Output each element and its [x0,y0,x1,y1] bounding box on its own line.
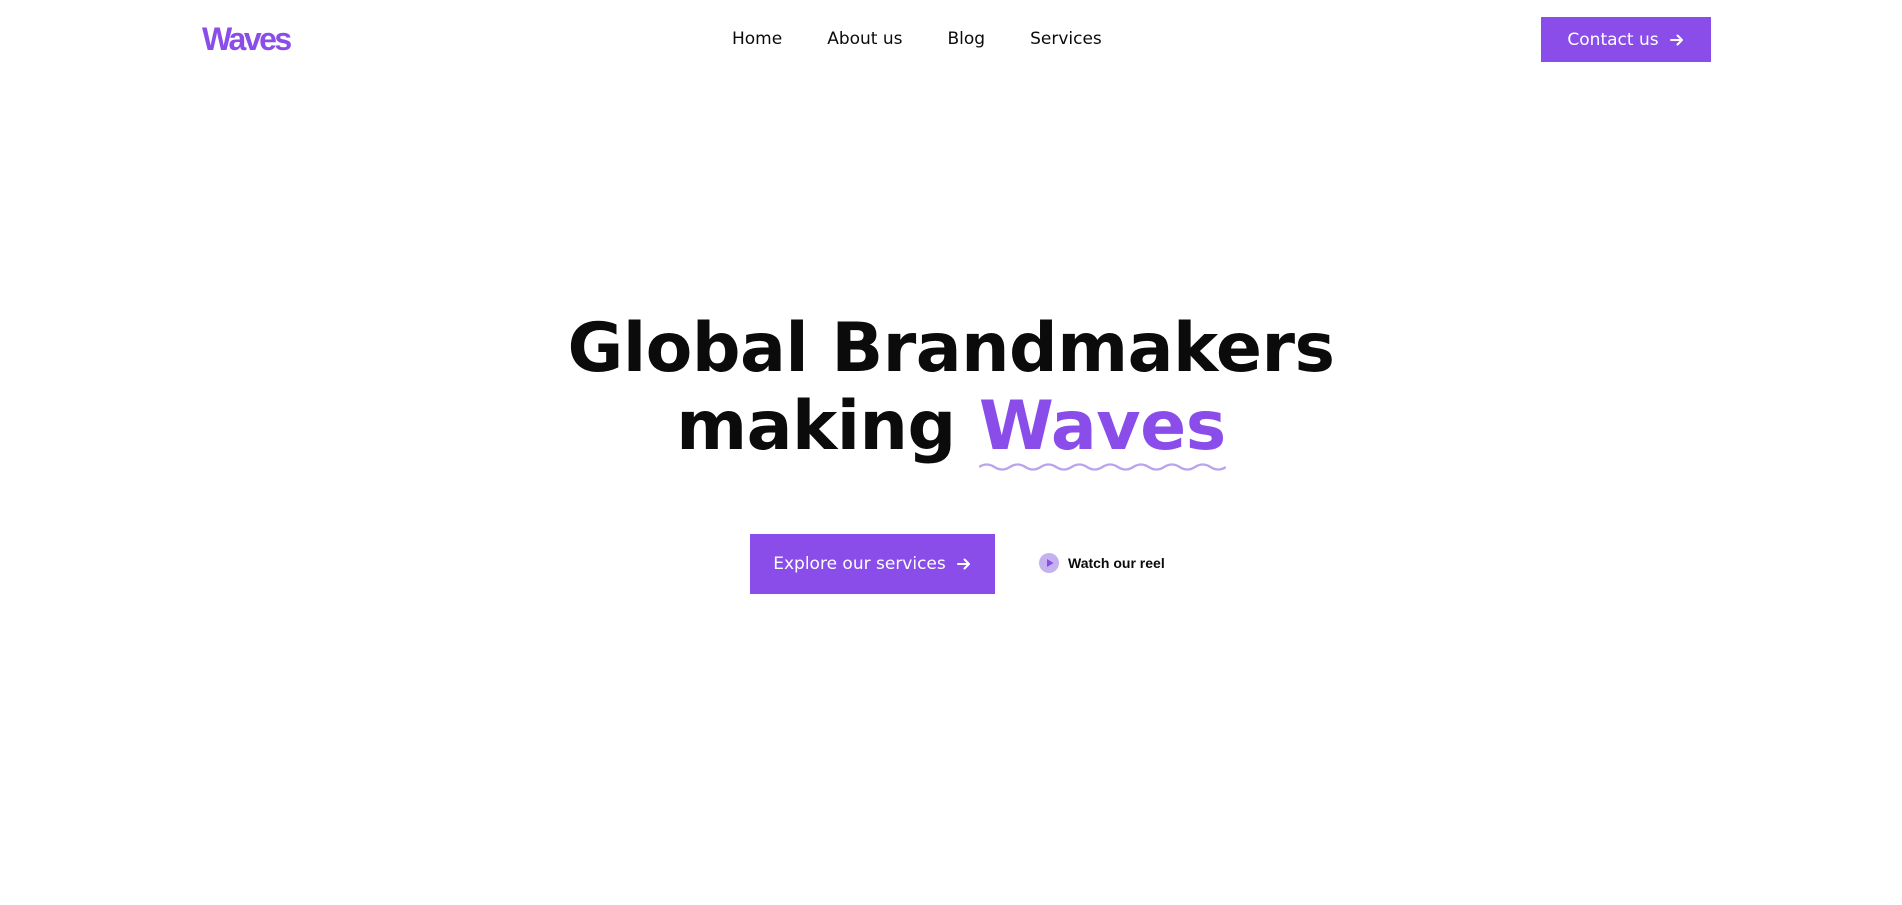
nav-item-about-us[interactable]: About us [827,27,902,51]
main-nav: Home About us Blog Services [732,27,1102,51]
hero-title-highlight: Waves [978,387,1226,471]
hero-title-prefix: making [676,387,956,466]
contact-us-label: Contact us [1567,29,1659,50]
hero-cta-row: Explore our services Watch our reel [0,534,1902,594]
contact-us-button[interactable]: Contact us [1541,17,1711,62]
hero-section: Global Brandmakers making Waves [0,309,1902,471]
hero-title-line-2: making Waves [0,387,1902,471]
watch-reel-link[interactable]: Watch our reel [1039,553,1165,573]
arrow-right-icon [1669,32,1685,48]
explore-services-label: Explore our services [773,554,946,574]
hero-highlight-text: Waves [978,387,1226,466]
hero-title-line-1: Global Brandmakers [567,309,1336,388]
hero-title: Global Brandmakers making Waves [0,309,1902,471]
arrow-right-icon [956,556,972,572]
site-header: Waves Home About us Blog Services Contac… [0,0,1902,80]
nav-item-blog[interactable]: Blog [948,27,986,51]
explore-services-button[interactable]: Explore our services [750,534,995,594]
nav-item-home[interactable]: Home [732,27,782,51]
nav-item-services[interactable]: Services [1030,27,1102,51]
logo[interactable]: Waves [202,19,292,59]
play-icon [1039,553,1059,573]
wavy-underline-icon [978,462,1226,472]
watch-reel-label: Watch our reel [1068,555,1165,571]
